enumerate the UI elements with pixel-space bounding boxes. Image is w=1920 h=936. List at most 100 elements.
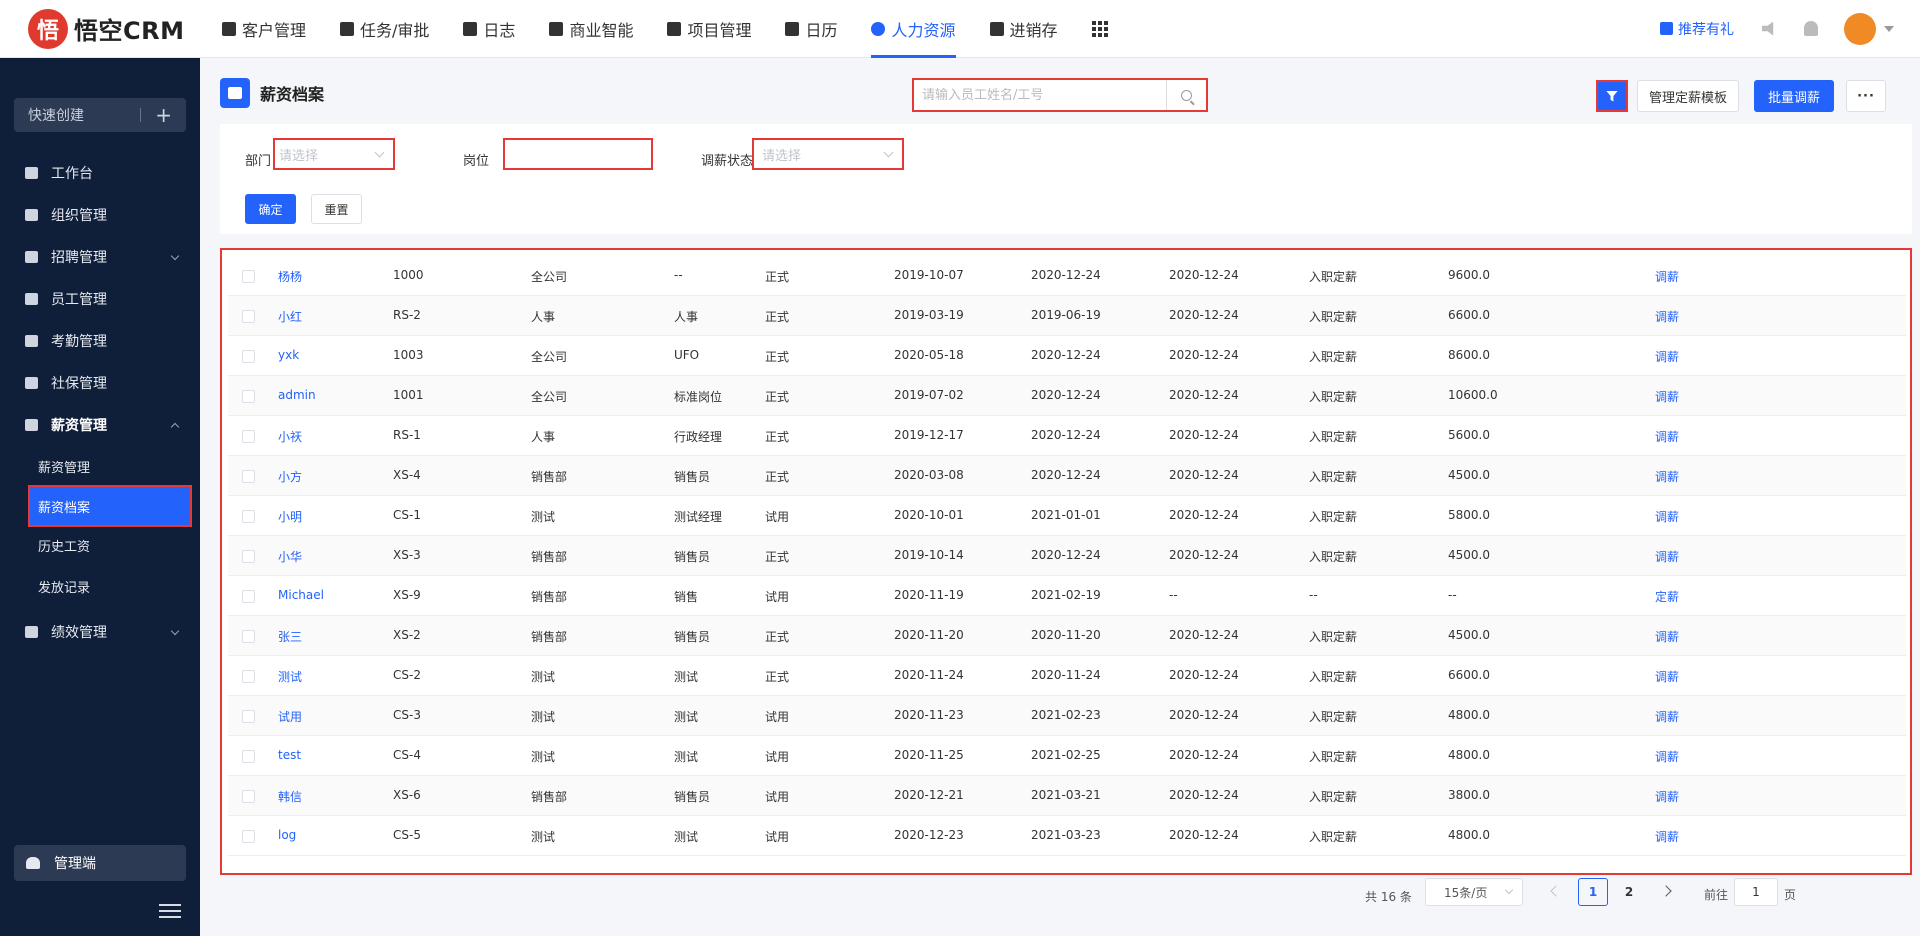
nav-item-7[interactable]: 进销存 (973, 0, 1075, 58)
batch-adjust-button[interactable]: 批量调薪 (1754, 80, 1834, 112)
goto-page-input[interactable] (1734, 878, 1778, 906)
row-checkbox[interactable] (242, 470, 255, 483)
adjust-salary-link[interactable]: 调薪 (1655, 828, 1679, 845)
row-checkbox[interactable] (242, 750, 255, 763)
adjust-salary-link[interactable]: 调薪 (1655, 708, 1679, 725)
more-button[interactable]: ··· (1846, 80, 1886, 112)
adjust-salary-link[interactable]: 调薪 (1655, 468, 1679, 485)
row-checkbox[interactable] (242, 430, 255, 443)
sidebar-item-after_items-0[interactable]: 绩效管理 (0, 611, 200, 653)
adjust-salary-link[interactable]: 定薪 (1655, 588, 1679, 605)
sidebar-subitem-3[interactable]: 发放记录 (0, 566, 200, 607)
dept-select[interactable]: 请选择 (273, 138, 395, 170)
row-checkbox[interactable] (242, 390, 255, 403)
table-row: 小华 XS-3 销售部 销售员 正式 2019-10-14 2020-12-24 2020-1… (228, 536, 1906, 576)
adjust-salary-link[interactable]: 调薪 (1655, 348, 1679, 365)
post-label: 岗位 (463, 154, 490, 169)
row-checkbox[interactable] (242, 670, 255, 683)
row-checkbox[interactable] (242, 630, 255, 643)
app-logo[interactable]: 悟 悟空CRM (0, 8, 205, 49)
adjust-salary-link[interactable]: 调薪 (1655, 428, 1679, 445)
employee-name-link[interactable]: test (278, 748, 301, 762)
sidebar-item-items-0[interactable]: 工作台 (0, 152, 200, 194)
row-checkbox[interactable] (242, 710, 255, 723)
row-checkbox[interactable] (242, 790, 255, 803)
next-page-icon[interactable] (1660, 885, 1672, 897)
prev-page-icon[interactable] (1550, 885, 1562, 897)
quick-create-button[interactable]: 快速创建 + (14, 98, 186, 132)
employee-name-link[interactable]: 韩信 (278, 788, 302, 805)
search-input[interactable] (914, 80, 1166, 110)
sidebar-item-items-5[interactable]: 社保管理 (0, 362, 200, 404)
filter-button[interactable] (1596, 80, 1628, 112)
nav-item-5[interactable]: 日历 (768, 0, 854, 58)
row-checkbox[interactable] (242, 270, 255, 283)
adjust-salary-link[interactable]: 调薪 (1655, 668, 1679, 685)
employee-name-link[interactable]: 小祆 (278, 428, 302, 445)
sidebar-item-items-6[interactable]: 薪资管理 (0, 404, 200, 446)
adjust-salary-link[interactable]: 调薪 (1655, 748, 1679, 765)
dept-placeholder: 请选择 (279, 148, 319, 164)
adjust-salary-link[interactable]: 调薪 (1655, 308, 1679, 325)
status-select[interactable]: 请选择 (752, 138, 904, 170)
employee-name-link[interactable]: yxk (278, 348, 299, 362)
table-cell: 4800.0 (1448, 708, 1490, 722)
chevron-down-icon[interactable] (1884, 25, 1894, 32)
employee-name-link[interactable]: 杨杨 (278, 268, 302, 285)
manage-template-button[interactable]: 管理定薪模板 (1637, 80, 1739, 112)
adjust-salary-link[interactable]: 调薪 (1655, 548, 1679, 565)
nav-item-4[interactable]: 项目管理 (650, 0, 768, 58)
apps-grid-button[interactable] (1075, 0, 1125, 58)
employee-name-link[interactable]: Michael (278, 588, 324, 602)
sidebar-subitem-2[interactable]: 历史工资 (0, 525, 200, 566)
row-checkbox[interactable] (242, 350, 255, 363)
row-checkbox[interactable] (242, 310, 255, 323)
post-input[interactable] (503, 138, 653, 170)
user-avatar[interactable] (1844, 12, 1876, 45)
employee-name-link[interactable]: 小方 (278, 468, 302, 485)
row-checkbox[interactable] (242, 830, 255, 843)
adjust-salary-link[interactable]: 调薪 (1655, 628, 1679, 645)
plus-icon[interactable]: + (155, 105, 172, 125)
employee-name-link[interactable]: log (278, 828, 296, 842)
speaker-icon[interactable] (1762, 21, 1774, 36)
employee-name-link[interactable]: 小明 (278, 508, 302, 525)
reset-button[interactable]: 重置 (311, 194, 362, 224)
recommend-link[interactable]: 推荐有礼 (1660, 19, 1734, 39)
adjust-salary-link[interactable]: 调薪 (1655, 388, 1679, 405)
employee-name-link[interactable]: 张三 (278, 628, 302, 645)
sidebar-subitem-0[interactable]: 薪资管理 (0, 446, 200, 487)
sidebar-item-items-2[interactable]: 招聘管理 (0, 236, 200, 278)
row-checkbox[interactable] (242, 590, 255, 603)
employee-name-link[interactable]: 小红 (278, 308, 302, 325)
sidebar-subitem-1[interactable]: 薪资档案 (28, 485, 192, 527)
adjust-salary-link[interactable]: 调薪 (1655, 268, 1679, 285)
adjust-salary-link[interactable]: 调薪 (1655, 508, 1679, 525)
row-checkbox[interactable] (242, 550, 255, 563)
bell-icon[interactable] (1804, 21, 1818, 36)
nav-item-6[interactable]: 人力资源 (854, 0, 972, 58)
adjust-salary-link[interactable]: 调薪 (1655, 788, 1679, 805)
employee-name-link[interactable]: 测试 (278, 668, 302, 685)
page-2[interactable]: 2 (1614, 878, 1644, 906)
employee-name-link[interactable]: 小华 (278, 548, 302, 565)
employee-name-link[interactable]: admin (278, 388, 316, 402)
table-cell: 测试 (531, 750, 556, 764)
nav-item-1[interactable]: 任务/审批 (323, 0, 446, 58)
collapse-menu-icon[interactable] (159, 904, 181, 918)
page-1[interactable]: 1 (1578, 878, 1608, 906)
nav-item-3[interactable]: 商业智能 (532, 0, 650, 58)
nav-item-2[interactable]: 日志 (446, 0, 532, 58)
filter-panel: 部门 请选择 岗位 调薪状态 请选择 确定 重置 (220, 124, 1912, 234)
sidebar-item-items-4[interactable]: 考勤管理 (0, 320, 200, 362)
confirm-button[interactable]: 确定 (245, 194, 296, 224)
employee-name-link[interactable]: 试用 (278, 708, 302, 725)
table-cell: 2020-12-24 (1169, 428, 1239, 442)
row-checkbox[interactable] (242, 510, 255, 523)
page-size-select[interactable]: 15条/页 (1425, 878, 1523, 906)
sidebar-item-items-3[interactable]: 员工管理 (0, 278, 200, 320)
nav-item-0[interactable]: 客户管理 (205, 0, 323, 58)
admin-button[interactable]: 管理端 (14, 845, 186, 881)
search-button[interactable] (1166, 80, 1206, 110)
sidebar-item-items-1[interactable]: 组织管理 (0, 194, 200, 236)
